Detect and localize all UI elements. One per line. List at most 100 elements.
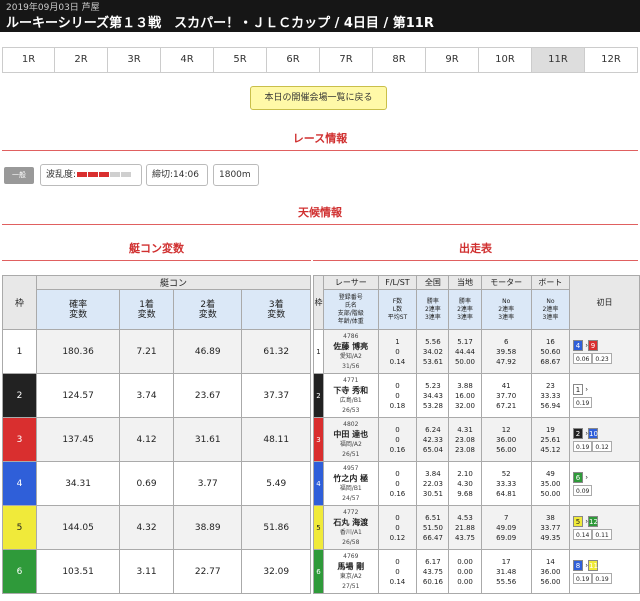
course-box: 12 (588, 515, 599, 527)
stat-value: 5.56 (425, 337, 441, 346)
wave-bar (110, 172, 121, 177)
stat-value: 33.33 (496, 479, 517, 488)
race-tab-5R[interactable]: 5R (214, 47, 267, 73)
deadline-box: 締切:14:06 (146, 164, 208, 186)
value-cell: 51.86 (241, 505, 311, 550)
stat-value: 38 (545, 513, 555, 522)
value-cell: 5.49 (241, 461, 311, 506)
frame-cell: 6 (313, 549, 324, 594)
stat-value: 3.84 (425, 469, 441, 478)
racer-cell[interactable]: 4957 竹之内 極福岡/B1 24/57 (323, 461, 379, 506)
course-box: 11 (588, 559, 599, 571)
motor-variables-table: 枠 艇コン 確率 変数 1着 変数 2着 変数 3着 変数 1 180.36 7.21 46… (2, 275, 311, 594)
grade-badge: 一般 (4, 167, 34, 184)
stat-value: 49 (545, 469, 555, 478)
stat-cell: 0.00 0.00 0.00 (448, 549, 482, 594)
stat-value: 55.56 (496, 577, 517, 586)
race-tabs: 1R 2R 3R 4R 5R 6R 7R 8R 9R 10R 11R 12R (2, 47, 640, 73)
race-tab-3R[interactable]: 3R (108, 47, 161, 73)
stat-value: 23 (545, 381, 555, 390)
value-cell: 31.61 (172, 417, 243, 462)
value-cell: 124.57 (35, 373, 121, 418)
table-row: 5 4772 石丸 海渡 香川/A1 26/58 0 0 0.12 6.51 51.50 66.47… (313, 505, 640, 550)
section-motor: 艇コン変数 (129, 242, 184, 255)
stat-value: 36.00 (496, 435, 517, 444)
st-value: 0.19 (573, 440, 593, 452)
stat-cell: 4.31 23.08 23.08 (448, 417, 482, 462)
stat-value: 16.00 (454, 391, 475, 400)
racer-cell[interactable]: 4771 下寺 秀和 広島/B1 26/53 (323, 373, 379, 418)
frame-cell: 1 (2, 329, 37, 374)
reg-number: 4786 (343, 332, 359, 340)
frame-cell: 4 (2, 461, 37, 506)
entry-sub-header: No 2連率 3連率 (480, 289, 532, 330)
value-cell: 46.89 (172, 329, 243, 374)
col-header: 当地 (448, 275, 482, 290)
stat-value: 7 (503, 513, 509, 522)
stat-cell: 3.88 16.00 32.00 (448, 373, 482, 418)
stat-value: 4.30 (457, 479, 473, 488)
racer-name: 佐藤 博亮 (333, 341, 369, 351)
stat-value: 0 (395, 513, 400, 522)
stat-value: 0.00 (457, 577, 473, 586)
racer-age-weight: 26/53 (342, 406, 360, 414)
racer-cell[interactable]: 4786 佐藤 博亮 愛知/A2 31/56 (323, 329, 379, 374)
stat-value: 17 (501, 557, 511, 566)
result-line: 5 ›12 (573, 515, 639, 527)
st-value: 0.09 (573, 484, 593, 496)
value-cell: 48.11 (241, 417, 311, 462)
stat-value: 22.03 (422, 479, 443, 488)
race-tab-6R[interactable]: 6R (267, 47, 320, 73)
race-tab-8R[interactable]: 8R (373, 47, 426, 73)
race-tab-7R[interactable]: 7R (320, 47, 373, 73)
wave-bar (99, 172, 110, 177)
race-tab-1R[interactable]: 1R (2, 47, 55, 73)
motor-col-header: 確率 変数 (35, 289, 121, 330)
racer-cell[interactable]: 4769 馬場 剛東京/A2 27/51 (323, 549, 379, 594)
stat-value: 0 (395, 347, 400, 356)
stat-value: 0 (395, 557, 400, 566)
racer-name: 中田 達也 (333, 429, 369, 439)
stat-cell: 0 0 0.12 (377, 505, 418, 550)
day-result-cell: 1 › 0.19 (569, 373, 640, 418)
racer-name: 馬場 剛 (337, 561, 365, 571)
racer-branch: 福岡/A2 (339, 440, 362, 448)
stat-cell: 19 25.61 45.12 (530, 417, 571, 462)
back-to-venues-button[interactable]: 本日の開催会場一覧に戻る (250, 86, 387, 110)
stat-value: 23.08 (454, 445, 475, 454)
race-tab-11R[interactable]: 11R (532, 47, 585, 73)
stat-value: 0.00 (457, 557, 473, 566)
course-box: 2 (573, 427, 583, 439)
racer-branch: 愛知/A2 (339, 352, 362, 360)
entry-sub-header: 勝率 2連率 3連率 (448, 289, 482, 330)
value-cell: 34.31 (35, 461, 121, 506)
racer-name: 竹之内 極 (333, 473, 369, 483)
stat-value: 0.16 (389, 489, 406, 498)
stat-value: 47.92 (496, 357, 517, 366)
value-cell: 180.36 (35, 329, 121, 374)
st-value: 0.11 (592, 528, 612, 540)
divider (313, 260, 638, 261)
stat-value: 33.33 (540, 391, 561, 400)
table-row: 1 4786 佐藤 博亮 愛知/A2 31/56 1 0 0.14 5.56 34.02 53.61… (313, 329, 640, 374)
stat-value: 0 (395, 523, 400, 532)
table-row: 1 180.36 7.21 46.89 61.32 (2, 329, 311, 374)
stat-value: 6.17 (425, 557, 441, 566)
race-tab-2R[interactable]: 2R (55, 47, 108, 73)
stat-value: 56.00 (540, 577, 561, 586)
stat-value: 3.88 (457, 381, 473, 390)
col-header: モーター (480, 275, 532, 290)
race-tab-10R[interactable]: 10R (479, 47, 532, 73)
course-box: 8 (573, 559, 583, 571)
wave-bar (77, 172, 88, 177)
race-tab-12R[interactable]: 12R (585, 47, 638, 73)
table-row: 4 4957 竹之内 極福岡/B1 24/57 0 0 0.16 3.84 22.03 30.51… (313, 461, 640, 506)
value-cell: 38.89 (172, 505, 243, 550)
racer-cell[interactable]: 4772 石丸 海渡 香川/A1 26/58 (323, 505, 379, 550)
race-tab-9R[interactable]: 9R (426, 47, 479, 73)
stat-value: 43.75 (422, 567, 443, 576)
stat-cell: 14 36.00 56.00 (530, 549, 571, 594)
stat-value: 2.10 (457, 469, 473, 478)
racer-cell[interactable]: 4802 中田 達也 福岡/A2 26/51 (323, 417, 379, 462)
race-tab-4R[interactable]: 4R (161, 47, 214, 73)
